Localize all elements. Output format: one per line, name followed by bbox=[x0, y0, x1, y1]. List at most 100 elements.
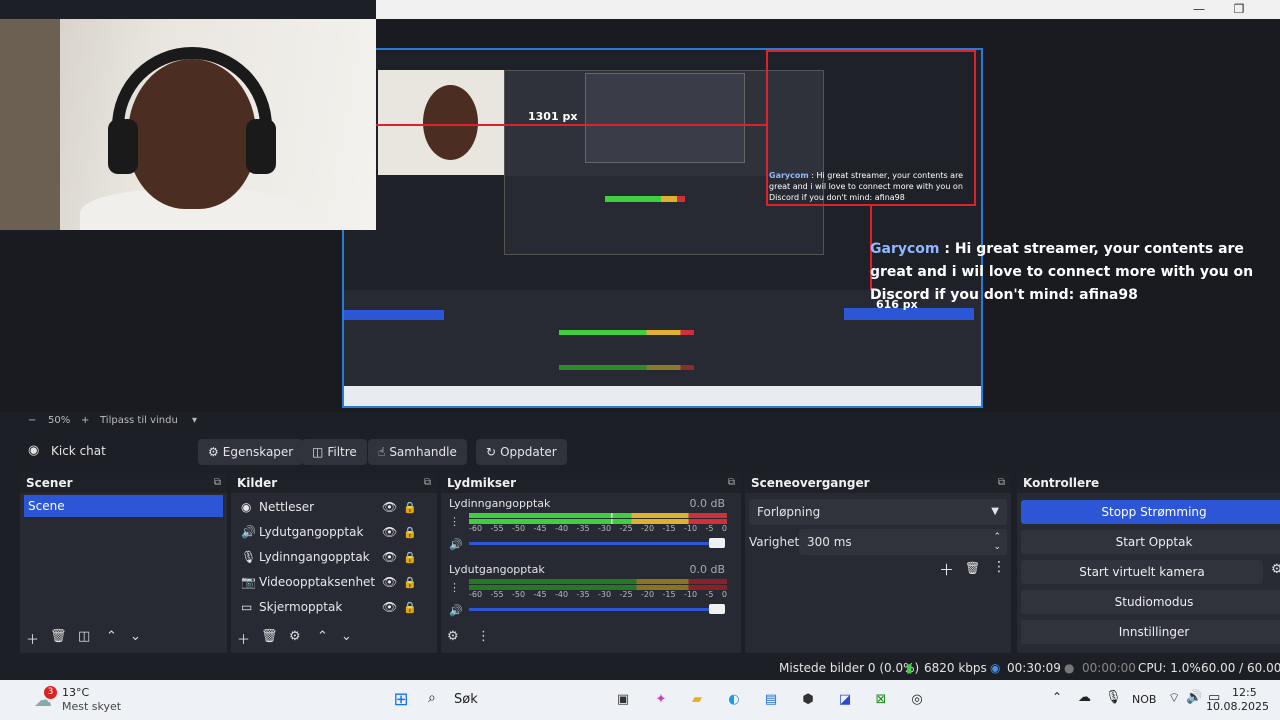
restore-button[interactable]: ❐ bbox=[1224, 1, 1254, 18]
wifi-icon[interactable]: ⌔ bbox=[1168, 690, 1180, 706]
trash-icon[interactable]: 🗑 bbox=[965, 561, 980, 575]
undock-icon[interactable]: ⧉ bbox=[998, 473, 1005, 493]
lock-icon[interactable]: 🔒 bbox=[403, 570, 417, 595]
chevron-up-icon[interactable]: ⌃ bbox=[106, 629, 117, 644]
add-icon[interactable]: ＋ bbox=[939, 559, 954, 580]
speaker-icon[interactable]: 🔊 bbox=[449, 604, 463, 617]
start-virtual-camera-button[interactable]: Start virtuelt kamera bbox=[1021, 560, 1263, 584]
windows-start-icon[interactable]: ⊞ bbox=[390, 689, 412, 711]
globe-icon: ◉ bbox=[241, 500, 252, 514]
undock-icon[interactable]: ⧉ bbox=[424, 473, 431, 493]
refresh-icon: ↻ bbox=[486, 445, 497, 459]
chevron-up-icon[interactable]: ⌃ bbox=[317, 629, 328, 644]
dropped-frames: Mistede bilder 0 (0.0%) bbox=[779, 661, 920, 675]
obs-icon[interactable]: ◎ bbox=[906, 689, 928, 711]
xbox-icon[interactable]: ⊠ bbox=[870, 689, 892, 711]
source-item[interactable]: 📷 Videoopptaksenhet 👁 🔒 bbox=[231, 570, 437, 595]
onedrive-icon[interactable]: ☁ bbox=[1078, 690, 1091, 705]
mixer-dock: Lydmikser ⧉ Lydinngangopptak 0.0 dB -60 -5… bbox=[441, 473, 741, 653]
refresh-button[interactable]: ↻ Oppdater bbox=[476, 439, 567, 465]
volume-slider-handle[interactable] bbox=[709, 604, 725, 614]
stepper-down-icon[interactable]: ⌄ bbox=[993, 534, 1001, 560]
speaker-icon[interactable]: 🔊 bbox=[449, 538, 463, 551]
lock-icon[interactable]: 🔒 bbox=[403, 545, 417, 570]
minimize-button[interactable]: — bbox=[1184, 1, 1214, 18]
kebab-menu-icon[interactable]: ⋮ bbox=[477, 629, 490, 644]
start-recording-button[interactable]: Start Opptak bbox=[1021, 530, 1280, 554]
channel-name: Lydinngangopptak bbox=[449, 497, 551, 510]
add-icon[interactable]: ＋ bbox=[237, 629, 250, 648]
kebab-menu-icon[interactable]: ⋮ bbox=[449, 581, 460, 594]
clock-time[interactable]: 12:5 bbox=[1232, 686, 1257, 699]
file-explorer-icon[interactable]: ▰ bbox=[686, 689, 708, 711]
app-icon[interactable]: ⬢ bbox=[797, 689, 819, 711]
search-icon: ⌕ bbox=[428, 690, 436, 706]
zoom-out-button[interactable]: − bbox=[28, 415, 36, 426]
edge-icon[interactable]: ◐ bbox=[723, 689, 745, 711]
volume-slider[interactable] bbox=[469, 608, 719, 611]
eye-icon[interactable]: 👁 bbox=[382, 570, 397, 595]
keyboard-language[interactable]: NOB bbox=[1132, 693, 1156, 706]
trash-icon[interactable]: 🗑 bbox=[50, 629, 67, 644]
microphone-icon[interactable]: 🎙 bbox=[1105, 690, 1122, 705]
chevron-up-icon[interactable]: ⌃ bbox=[1052, 690, 1062, 704]
trash-icon[interactable]: 🗑 bbox=[261, 629, 278, 644]
interact-button[interactable]: ☝ Samhandle bbox=[368, 439, 467, 465]
level-meter bbox=[469, 579, 727, 584]
nested-capture-source[interactable]: Garycom : Hi great streamer, your conten… bbox=[342, 48, 983, 408]
scene-item[interactable]: Scene bbox=[24, 495, 223, 517]
task-view-icon[interactable]: ▣ bbox=[612, 689, 634, 711]
weather-temp: 13°C bbox=[62, 686, 90, 699]
eye-icon[interactable]: 👁 bbox=[382, 495, 397, 520]
nested-taskbar bbox=[344, 386, 981, 406]
volume-slider[interactable] bbox=[469, 542, 719, 545]
eye-icon[interactable]: 👁 bbox=[382, 595, 397, 620]
undock-icon[interactable]: ⧉ bbox=[214, 473, 221, 493]
kebab-menu-icon[interactable]: ⋮ bbox=[992, 559, 1006, 575]
source-item[interactable]: 🔊 Lydutgangopptak 👁 🔒 bbox=[231, 520, 437, 545]
zoom-bar: − 50% + Tilpass til vindu ▾ bbox=[0, 412, 1280, 432]
transition-select[interactable]: Forløpning ▼ bbox=[749, 499, 1007, 525]
app-icon[interactable]: ◪ bbox=[834, 689, 856, 711]
zoom-in-button[interactable]: + bbox=[81, 415, 89, 426]
level-meter bbox=[469, 513, 727, 518]
zoom-fit-select[interactable]: Tilpass til vindu bbox=[100, 415, 178, 426]
gear-icon[interactable]: ⚙ bbox=[1271, 562, 1280, 577]
lock-icon[interactable]: 🔒 bbox=[403, 495, 417, 520]
fps: 60.00 / 60.00 FPS bbox=[1201, 661, 1280, 675]
settings-button[interactable]: Innstillinger bbox=[1021, 620, 1280, 644]
filter-icon[interactable]: ◫ bbox=[78, 629, 90, 644]
eye-icon[interactable]: 👁 bbox=[382, 545, 397, 570]
chevron-down-icon[interactable]: ⌄ bbox=[341, 629, 352, 644]
eye-icon[interactable]: 👁 bbox=[382, 520, 397, 545]
store-icon[interactable]: ▤ bbox=[760, 689, 782, 711]
kebab-menu-icon[interactable]: ⋮ bbox=[449, 515, 460, 528]
volume-icon[interactable]: 🔊 bbox=[1186, 690, 1202, 705]
volume-slider-handle[interactable] bbox=[709, 538, 725, 548]
channel-name: Lydutgangopptak bbox=[449, 563, 545, 576]
chevron-down-icon[interactable]: ▾ bbox=[192, 415, 197, 426]
duration-stepper[interactable]: 300 ms ⌃ ⌄ bbox=[799, 529, 1007, 555]
lock-icon[interactable]: 🔒 bbox=[403, 520, 417, 545]
camera-icon: 📷 bbox=[241, 575, 256, 589]
gear-icon[interactable]: ⚙ bbox=[289, 629, 301, 644]
preview-canvas[interactable]: Garycom : Hi great streamer, your conten… bbox=[0, 19, 1280, 412]
filters-button[interactable]: ◫ Filtre bbox=[302, 439, 367, 465]
record-icon: ● bbox=[1064, 661, 1075, 675]
undock-icon[interactable]: ⧉ bbox=[728, 473, 735, 493]
stop-streaming-button[interactable]: Stopp Strømming bbox=[1021, 500, 1280, 524]
properties-button[interactable]: ⚙ Egenskaper bbox=[198, 439, 304, 465]
source-item[interactable]: 🎙 Lydinngangopptak 👁 🔒 bbox=[231, 545, 437, 570]
clock-date[interactable]: 10.08.2025 bbox=[1206, 700, 1269, 713]
lock-icon[interactable]: 🔒 bbox=[403, 595, 417, 620]
nested-chat-overlay: Garycom : Hi great streamer, your conten… bbox=[769, 171, 964, 202]
globe-icon: ◉ bbox=[28, 443, 40, 458]
copilot-icon[interactable]: ✦ bbox=[650, 689, 672, 711]
source-item[interactable]: ▭ Skjermopptak 👁 🔒 bbox=[231, 595, 437, 620]
studio-mode-button[interactable]: Studiomodus bbox=[1021, 590, 1280, 614]
chevron-down-icon[interactable]: ⌄ bbox=[130, 629, 141, 644]
source-item[interactable]: ◉ Nettleser 👁 🔒 bbox=[231, 495, 437, 520]
taskbar-search[interactable]: ⌕ Søk bbox=[424, 687, 604, 713]
gear-icon[interactable]: ⚙ bbox=[447, 629, 459, 644]
add-icon[interactable]: ＋ bbox=[26, 629, 39, 648]
